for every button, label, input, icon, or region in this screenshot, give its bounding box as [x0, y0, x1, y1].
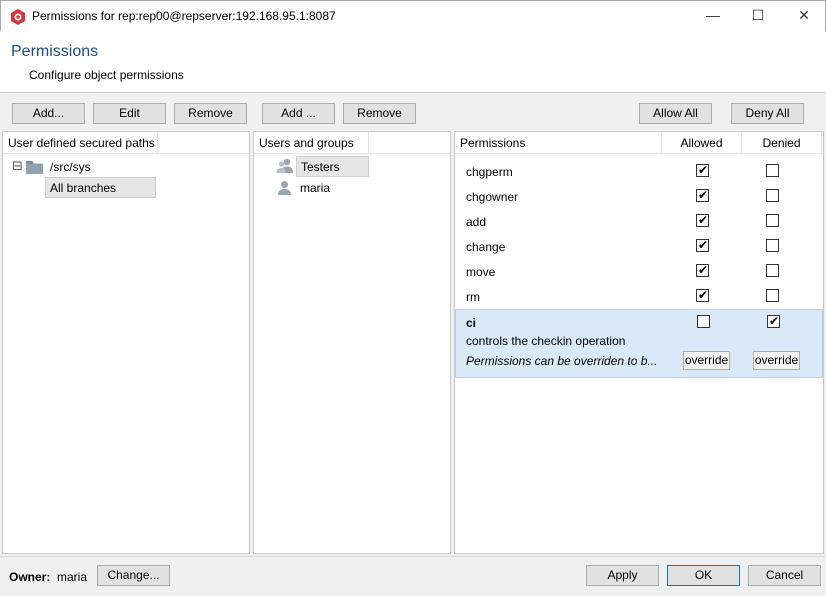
user-item-label: Testers [301, 160, 340, 174]
check-icon: ✔ [698, 188, 709, 202]
add-path-button[interactable]: Add... [12, 103, 85, 124]
permission-name: change [466, 240, 506, 254]
allowed-checkbox[interactable]: ✔ [696, 163, 709, 177]
override-note: Permissions can be overriden to b... [466, 354, 658, 368]
permission-row-selected[interactable]: ci ✔ controls the checkin operation Perm… [455, 309, 823, 378]
collapse-expander-icon[interactable]: ⊟ [12, 159, 23, 173]
denied-checkbox[interactable] [766, 264, 779, 277]
branch-item-label: All branches [50, 181, 117, 195]
ok-button[interactable]: OK [667, 565, 740, 586]
apply-button[interactable]: Apply [586, 565, 659, 586]
permission-row: rm ✔ [455, 284, 823, 309]
permissions-column-header: Permissions Allowed Denied [455, 132, 823, 154]
minimize-button[interactable]: — [691, 3, 735, 29]
check-icon: ✔ [698, 213, 709, 227]
check-icon: ✔ [769, 314, 780, 328]
check-icon: ✔ [698, 238, 709, 252]
permission-row: move ✔ [455, 259, 823, 284]
owner-value: maria [57, 570, 88, 584]
users-column-header: Users and groups [254, 132, 450, 154]
allow-all-button[interactable]: Allow All [639, 103, 712, 124]
deny-all-button[interactable]: Deny All [731, 103, 804, 124]
users-header-label: Users and groups [254, 132, 369, 154]
denied-checkbox[interactable] [766, 214, 779, 227]
owner-label: Owner: [9, 570, 51, 584]
denied-checkbox[interactable] [766, 239, 779, 252]
window-title: Permissions for rep:rep00@repserver:192.… [32, 9, 336, 23]
user-item-maria[interactable]: maria [300, 181, 330, 195]
group-icon [276, 158, 293, 173]
permission-name: move [466, 265, 496, 279]
secured-paths-panel: User defined secured paths ⊟ /src/sys Al… [2, 131, 250, 554]
maximize-button[interactable]: ☐ [736, 3, 780, 29]
check-icon: ✔ [698, 263, 709, 277]
permission-name: add [466, 215, 487, 229]
denied-header-label: Denied [742, 132, 822, 154]
allowed-override-button[interactable]: override [683, 351, 730, 370]
add-user-button[interactable]: Add ... [262, 103, 335, 124]
check-icon: ✔ [698, 288, 709, 302]
change-owner-button[interactable]: Change... [97, 565, 170, 586]
allowed-checkbox[interactable]: ✔ [696, 288, 709, 302]
edit-path-button[interactable]: Edit [93, 103, 166, 124]
denied-checkbox[interactable] [766, 164, 779, 177]
permissions-header-label: Permissions [455, 132, 662, 154]
denied-override-button[interactable]: override [753, 351, 800, 370]
cancel-button[interactable]: Cancel [748, 565, 821, 586]
plastic-app-icon [11, 9, 25, 25]
allowed-checkbox[interactable]: ✔ [696, 238, 709, 252]
permission-row: chgperm ✔ [455, 159, 823, 184]
check-icon: ✔ [698, 163, 709, 177]
permission-name: chgperm [466, 165, 513, 179]
permission-name: rm [466, 290, 480, 304]
page-title: Permissions [11, 43, 99, 60]
denied-checkbox[interactable] [766, 289, 779, 302]
remove-user-button[interactable]: Remove [343, 103, 416, 124]
title-bar: Permissions for rep:rep00@repserver:192.… [0, 0, 826, 31]
allowed-checkbox[interactable]: ✔ [696, 263, 709, 277]
dialog-footer: Owner: maria Change... Apply OK Cancel [0, 556, 826, 596]
user-item-testers[interactable]: Testers [296, 156, 369, 177]
paths-header-label: User defined secured paths [3, 132, 158, 154]
permission-row: change ✔ [455, 234, 823, 259]
folder-icon [26, 161, 43, 174]
permission-description: controls the checkin operation [466, 334, 626, 348]
dialog-header: Permissions Configure object permissions [0, 31, 826, 93]
permission-name: chgowner [466, 190, 519, 204]
permissions-panel: Permissions Allowed Denied chgperm ✔ chg… [454, 131, 824, 554]
allowed-checkbox[interactable]: ✔ [696, 188, 709, 202]
permission-name: ci [466, 316, 477, 330]
denied-checkbox[interactable]: ✔ [767, 314, 780, 328]
denied-checkbox[interactable] [766, 189, 779, 202]
user-icon [278, 181, 291, 195]
close-button[interactable]: ✕ [782, 3, 826, 29]
page-subtitle: Configure object permissions [29, 68, 184, 82]
permission-row: add ✔ [455, 209, 823, 234]
path-item-src-sys[interactable]: /src/sys [50, 160, 91, 174]
users-groups-panel: Users and groups Testers maria [253, 131, 451, 554]
branch-item-all-branches[interactable]: All branches [45, 177, 156, 198]
allowed-checkbox[interactable] [697, 315, 710, 328]
remove-path-button[interactable]: Remove [174, 103, 247, 124]
paths-column-header: User defined secured paths [3, 132, 249, 154]
allowed-checkbox[interactable]: ✔ [696, 213, 709, 227]
allowed-header-label: Allowed [662, 132, 742, 154]
permission-row: chgowner ✔ [455, 184, 823, 209]
